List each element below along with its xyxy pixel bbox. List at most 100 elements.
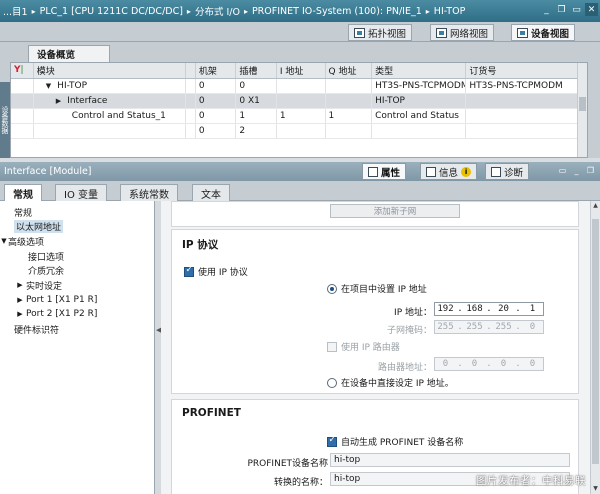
tree-item-realtime-settings[interactable]: ▶ 实时设定 [0, 278, 154, 293]
breadcrumb-profinet-system[interactable]: PROFINET IO-System (100): PN/IE_1 [252, 6, 422, 17]
column-order-number[interactable]: 订货号 [465, 63, 587, 79]
tree-item-port-1[interactable]: ▶ Port 1 [X1 P1 R] [0, 293, 154, 308]
collapse-arrow-icon[interactable]: ▼ [46, 82, 51, 90]
expand-arrow-icon[interactable]: ▶ [16, 296, 24, 304]
restore-icon[interactable]: ❐ [555, 3, 568, 16]
minimize-icon[interactable]: _ [540, 3, 553, 16]
tree-item-port-2[interactable]: ▶ Port 2 [X1 P2 R] [0, 307, 154, 322]
subnet-mask-field[interactable]: 255. 255. 255. 0 [434, 320, 544, 334]
set-ip-in-project-radio[interactable]: 在项目中设置 IP 地址 [327, 282, 427, 295]
breadcrumb-plc[interactable]: PLC_1 [CPU 1211C DC/DC/DC] [40, 6, 183, 17]
breadcrumb-device[interactable]: HI-TOP [434, 6, 466, 17]
device-data-side-tab[interactable]: 设备数据 [0, 82, 10, 158]
tab-info-label: 信息 [439, 167, 459, 179]
checkbox-checked-icon [184, 265, 194, 277]
info-badge-icon: i [461, 166, 472, 177]
expand-arrow-icon[interactable]: ▶ [16, 281, 24, 289]
title-bar: ...目1 ▸ PLC_1 [CPU 1211C DC/DC/DC] ▸ 分布式… [0, 0, 600, 22]
router-address-field[interactable]: 0. 0. 0. 0 [434, 357, 544, 371]
cell-order-number [465, 108, 587, 124]
scroll-down-icon[interactable]: ▼ [591, 484, 600, 494]
property-navigation-tree: 常规 以太网地址 ▼ 高级选项 接口选项 介质冗余 ▶ 实时设定 ▶ Port 1 [… [0, 201, 155, 494]
column-q-address[interactable]: Q 地址 [325, 63, 373, 79]
collapse-arrow-icon[interactable]: ▼ [0, 237, 8, 245]
subnet-section: 添加新子网 [171, 201, 579, 227]
float-icon[interactable]: ❐ [585, 165, 596, 176]
expand-arrow-icon[interactable]: ▶ [16, 310, 24, 318]
ip-protocol-title: IP 协议 [182, 239, 219, 251]
tree-item-hardware-identifier[interactable]: 硬件标识符 [0, 322, 154, 337]
tab-general[interactable]: 常规 [4, 184, 42, 201]
float-icon[interactable]: ▭ [570, 3, 583, 16]
tab-info[interactable]: 信息 i [420, 163, 478, 180]
tab-network-view[interactable]: 网络视图 [430, 24, 495, 41]
cell-i-address [276, 93, 326, 109]
table-row[interactable]: 0 2 [11, 123, 587, 139]
tab-topology-label: 拓扑视图 [368, 28, 407, 40]
tree-item-advanced-options[interactable]: ▼ 高级选项 [0, 234, 154, 249]
add-new-subnet-button[interactable]: 添加新子网 [330, 204, 460, 218]
subnet-mask-label: 子网掩码： [386, 326, 432, 336]
cell-type: HI-TOP [371, 93, 467, 109]
cell-type [371, 123, 467, 139]
cell-order-number [465, 93, 587, 109]
tab-device-view[interactable]: 设备视图 [511, 24, 576, 41]
tab-properties[interactable]: 属性 [362, 163, 407, 180]
tree-item-ethernet-address[interactable]: 以太网地址 [0, 220, 154, 235]
checkbox-checked-icon [327, 435, 337, 447]
content-scrollbar[interactable]: ▲ ▼ [590, 201, 600, 494]
profinet-device-name-field[interactable]: hi-top [330, 453, 570, 467]
minimize-icon[interactable]: _ [571, 165, 582, 176]
table-row[interactable]: ▶ Interface 0 0 X1 HI-TOP [11, 93, 587, 109]
expand-arrow-icon[interactable]: ▶ [56, 97, 61, 105]
cell-slot: 2 [235, 123, 277, 139]
breadcrumb-distributed-io[interactable]: 分布式 I/O [195, 4, 240, 18]
column-i-address[interactable]: I 地址 [276, 63, 326, 79]
ip-protocol-section: IP 协议 使用 IP 协议 在项目中设置 IP 地址 IP 地址： 192. … [171, 229, 579, 394]
cell-module: Control and Status_1 [33, 108, 186, 124]
set-ip-on-device-radio[interactable]: 在设备中直接设定 IP 地址。 [327, 376, 454, 389]
table-row[interactable]: ▼ HI-TOP 0 0 HT3S-PNS-TCPMODM HT3S-PNS-TC… [11, 78, 587, 94]
tab-texts[interactable]: 文本 [192, 184, 230, 201]
tab-topology-view[interactable]: 拓扑视图 [348, 24, 413, 41]
cell-i-address [276, 78, 326, 94]
column-slot[interactable]: 插槽 [235, 63, 277, 79]
cell-module: Interface [67, 95, 108, 106]
tab-io-variables[interactable]: IO 变量 [55, 184, 107, 201]
use-ip-protocol-label: 使用 IP 协议 [198, 268, 248, 278]
info-tab-icon [426, 166, 436, 177]
filter-icon[interactable]: Y| [11, 63, 34, 79]
set-ip-in-project-label: 在项目中设置 IP 地址 [341, 285, 427, 295]
tree-item-media-redundancy[interactable]: 介质冗余 [0, 263, 154, 278]
use-ip-router-checkbox[interactable]: 使用 IP 路由器 [327, 340, 400, 353]
breadcrumb-project[interactable]: ...目1 [3, 4, 28, 18]
tab-diagnostics[interactable]: 诊断 [485, 163, 530, 180]
cell-rack: 0 [195, 93, 237, 109]
table-scrollbar[interactable] [577, 63, 587, 157]
properties-icon [368, 166, 378, 177]
tree-item-interface-options[interactable]: 接口选项 [0, 249, 154, 264]
table-scrollbar-thumb[interactable] [579, 97, 586, 111]
network-view-icon [436, 27, 447, 38]
scroll-up-icon[interactable]: ▲ [591, 201, 600, 211]
collapse-icon[interactable]: ▭ [557, 165, 568, 176]
close-icon[interactable]: ✕ [585, 3, 598, 16]
cell-q-address [325, 78, 373, 94]
tab-device-label: 设备视图 [531, 28, 570, 40]
column-type[interactable]: 类型 [371, 63, 467, 79]
use-ip-protocol-checkbox[interactable]: 使用 IP 协议 [184, 265, 248, 278]
tab-device-overview[interactable]: 设备概览 [28, 45, 110, 62]
cell-type: HT3S-PNS-TCPMODM [371, 78, 467, 94]
column-rack[interactable]: 机架 [195, 63, 237, 79]
auto-generate-name-checkbox[interactable]: 自动生成 PROFINET 设备名称 [327, 435, 463, 448]
content-scrollbar-thumb[interactable] [592, 219, 599, 464]
tab-properties-label: 属性 [381, 167, 401, 179]
column-module[interactable]: 模块 [33, 63, 186, 79]
tab-system-constants[interactable]: 系统常数 [120, 184, 178, 201]
view-switch-bar: 拓扑视图 网络视图 设备视图 [0, 22, 600, 42]
table-row[interactable]: Control and Status_1 0 1 1 1 Control and… [11, 108, 587, 124]
cell-i-address: 1 [276, 108, 326, 124]
cell-q-address [325, 93, 373, 109]
ip-address-field[interactable]: 192. 168. 20. 1 [434, 302, 544, 316]
tree-item-general[interactable]: 常规 [0, 205, 154, 220]
